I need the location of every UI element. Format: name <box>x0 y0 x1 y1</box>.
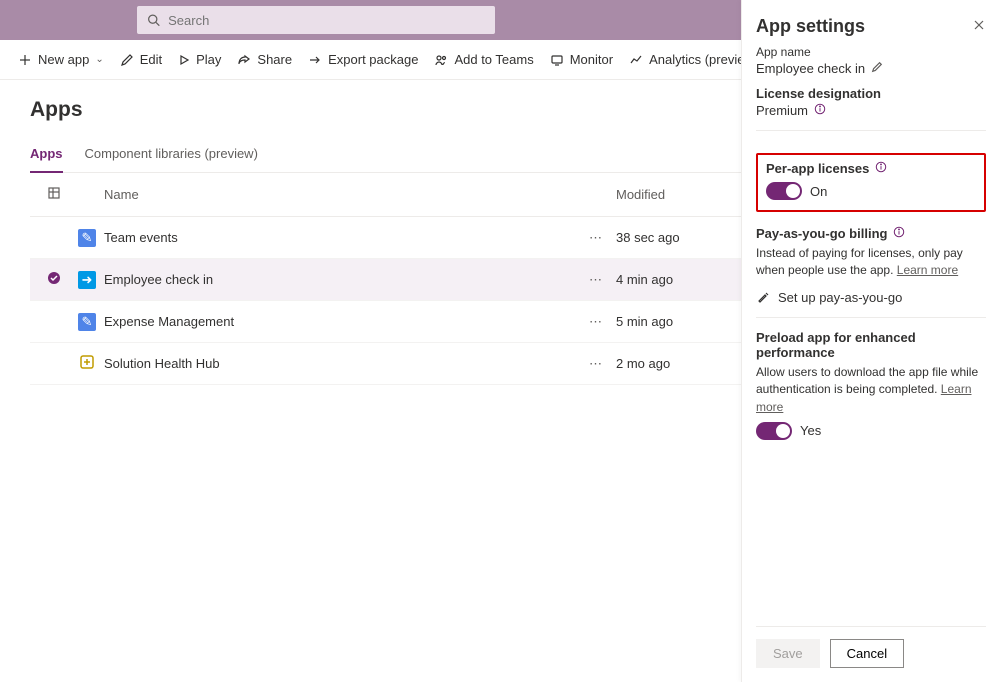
play-label: Play <box>196 52 221 67</box>
app-icon: ✎ <box>78 313 96 331</box>
info-icon <box>875 161 887 173</box>
panel-title: App settings <box>756 16 865 37</box>
close-icon <box>972 18 986 32</box>
analytics-icon <box>629 53 643 67</box>
share-label: Share <box>257 52 292 67</box>
payg-learn-more-link[interactable]: Learn more <box>897 263 958 277</box>
app-icon-cell: ✎ <box>78 313 104 331</box>
per-app-licenses-state: On <box>810 184 827 199</box>
per-app-licenses-title: Per-app licenses <box>766 161 869 176</box>
search-icon <box>147 13 160 27</box>
play-button[interactable]: Play <box>178 52 221 67</box>
info-icon <box>814 103 826 115</box>
row-select[interactable] <box>30 271 78 288</box>
setup-payg-label: Set up pay-as-you-go <box>778 290 902 305</box>
license-designation-label: License designation <box>756 86 986 101</box>
analytics-button[interactable]: Analytics (preview) <box>629 52 758 67</box>
license-designation-value: Premium <box>756 103 808 118</box>
app-name-cell[interactable]: Solution Health Hub <box>104 356 576 371</box>
search-box[interactable] <box>137 6 495 34</box>
wand-icon <box>756 290 770 304</box>
health-icon <box>78 353 96 371</box>
setup-payg-button[interactable]: Set up pay-as-you-go <box>756 290 986 305</box>
monitor-icon <box>550 53 564 67</box>
preload-title: Preload app for enhanced performance <box>756 330 986 360</box>
save-button[interactable]: Save <box>756 639 820 668</box>
new-app-label: New app <box>38 52 89 67</box>
app-name-value: Employee check in <box>756 61 865 76</box>
info-icon <box>893 226 905 238</box>
preload-state: Yes <box>800 423 821 438</box>
add-to-teams-button[interactable]: Add to Teams <box>434 52 533 67</box>
cancel-button[interactable]: Cancel <box>830 639 904 668</box>
export-button[interactable]: Export package <box>308 52 418 67</box>
app-name-cell[interactable]: Team events <box>104 230 576 245</box>
divider <box>756 130 986 131</box>
per-app-info-button[interactable] <box>875 161 887 176</box>
edit-button[interactable]: Edit <box>120 52 162 67</box>
chevron-down-icon: ⌄ <box>95 54 103 65</box>
row-more-button[interactable]: ⋯ <box>576 314 616 330</box>
payg-title: Pay-as-you-go billing <box>756 226 887 241</box>
app-icon: ➜ <box>78 271 96 289</box>
pencil-icon <box>120 53 134 67</box>
teams-label: Add to Teams <box>454 52 533 67</box>
divider <box>756 317 986 318</box>
view-icon <box>47 186 61 200</box>
tab-apps[interactable]: Apps <box>30 138 63 173</box>
close-button[interactable] <box>972 18 986 35</box>
tab-component-libraries[interactable]: Component libraries (preview) <box>85 138 258 172</box>
plus-icon <box>18 53 32 67</box>
app-icon-cell: ✎ <box>78 229 104 247</box>
share-icon <box>237 53 251 67</box>
row-more-button[interactable]: ⋯ <box>576 230 616 246</box>
per-app-licenses-highlight: Per-app licenses On <box>756 153 986 212</box>
monitor-button[interactable]: Monitor <box>550 52 613 67</box>
column-select-header[interactable] <box>30 186 78 203</box>
edit-app-name-button[interactable] <box>871 61 883 76</box>
monitor-label: Monitor <box>570 52 613 67</box>
app-icon: ✎ <box>78 229 96 247</box>
row-more-button[interactable]: ⋯ <box>576 356 616 372</box>
edit-label: Edit <box>140 52 162 67</box>
app-icon-cell: ➜ <box>78 271 104 289</box>
new-app-button[interactable]: New app ⌄ <box>18 52 104 67</box>
per-app-licenses-toggle[interactable] <box>766 182 802 200</box>
export-label: Export package <box>328 52 418 67</box>
share-button[interactable]: Share <box>237 52 292 67</box>
row-more-button[interactable]: ⋯ <box>576 272 616 288</box>
export-icon <box>308 53 322 67</box>
app-name-label: App name <box>756 45 986 59</box>
app-name-cell[interactable]: Expense Management <box>104 314 576 329</box>
payg-info-button[interactable] <box>893 226 905 241</box>
preload-toggle[interactable] <box>756 422 792 440</box>
play-icon <box>178 54 190 66</box>
license-info-button[interactable] <box>814 103 826 118</box>
check-circle-icon <box>47 271 61 285</box>
col-name[interactable]: Name <box>104 187 576 202</box>
pencil-icon <box>871 61 883 73</box>
app-settings-panel: App settings App name Employee check in … <box>741 0 1000 682</box>
app-name-cell[interactable]: Employee check in <box>104 272 576 287</box>
teams-icon <box>434 53 448 67</box>
app-icon-cell <box>78 353 104 374</box>
search-input[interactable] <box>168 13 485 28</box>
